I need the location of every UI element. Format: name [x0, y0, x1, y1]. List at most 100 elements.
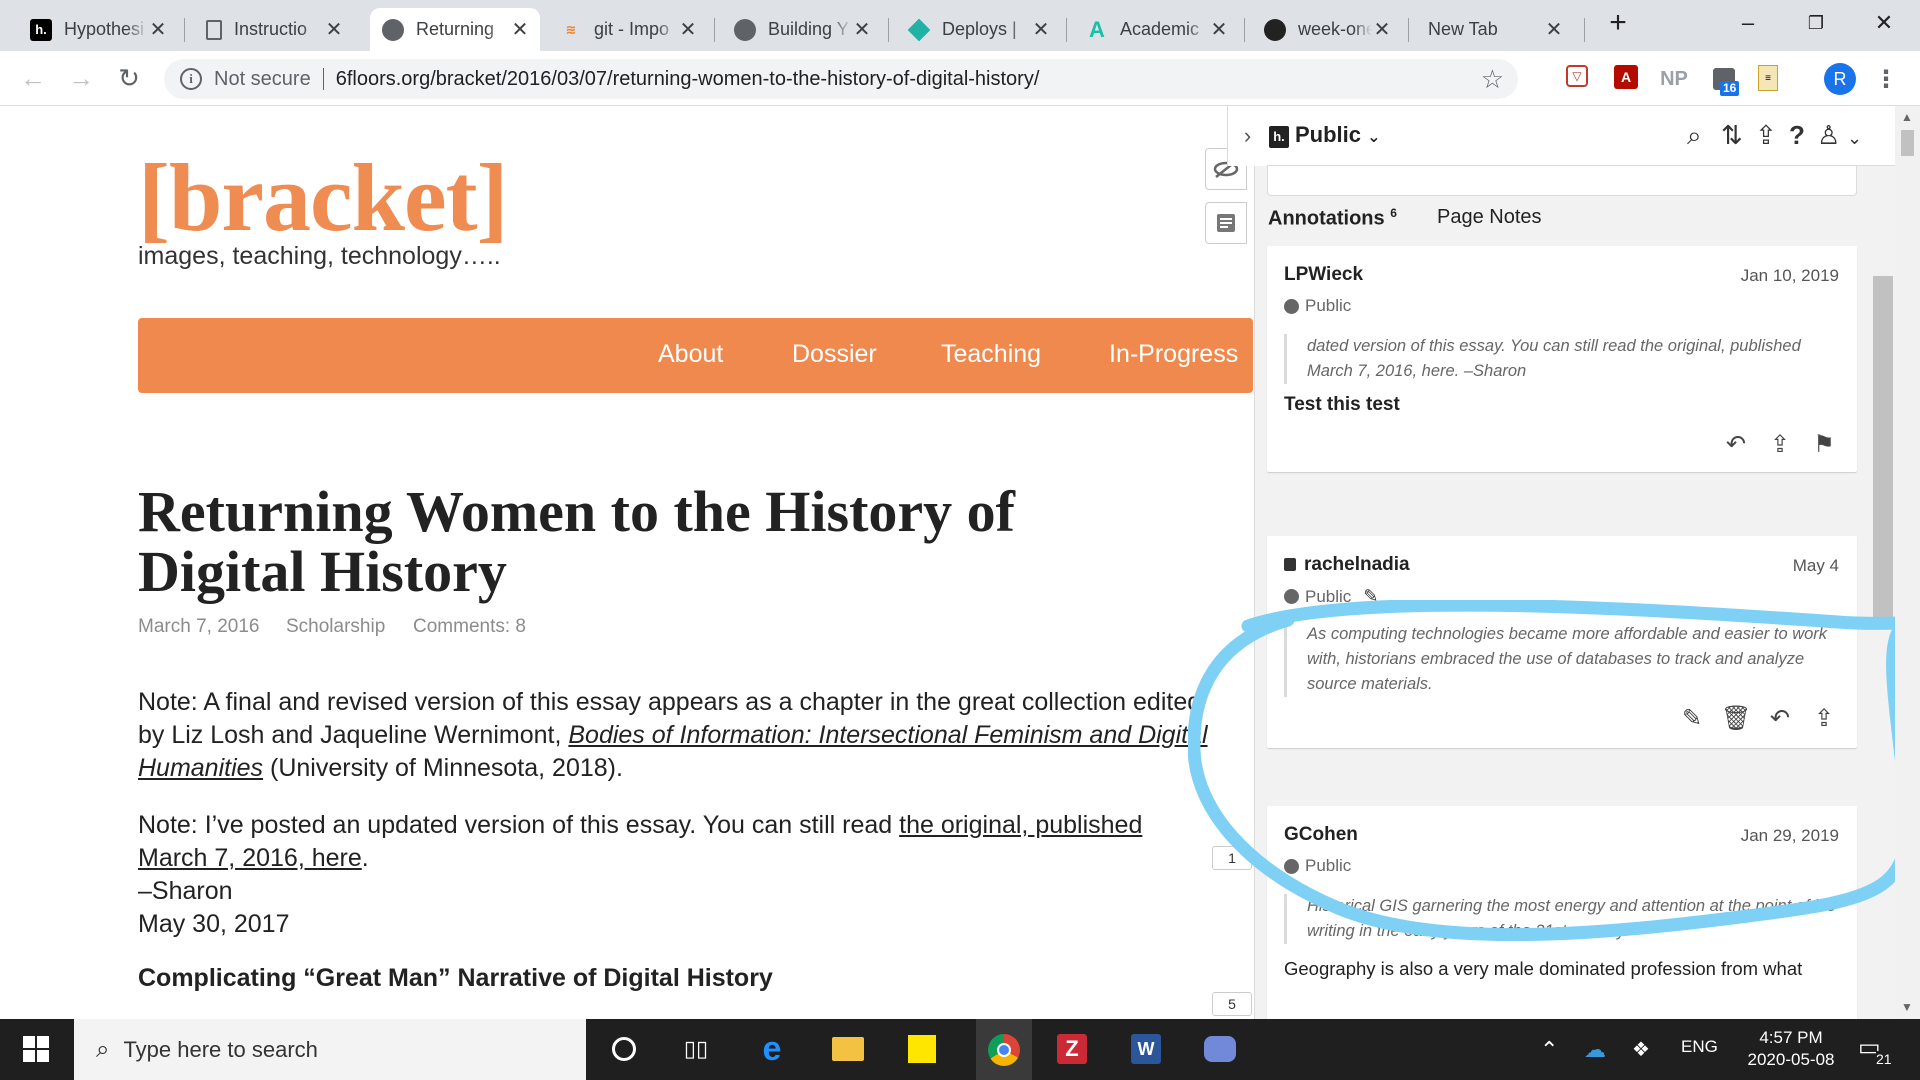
close-icon[interactable]: ✕ — [1544, 17, 1564, 42]
nav-in-progress[interactable]: In-Progress — [1109, 340, 1238, 369]
np-extension-icon[interactable]: NP — [1660, 65, 1688, 93]
sort-icon[interactable]: ⇅ — [1721, 120, 1743, 151]
forward-button[interactable]: → — [62, 59, 100, 97]
menu-kebab-icon[interactable]: ⋮ — [1872, 65, 1900, 93]
bookmark-star-icon[interactable]: ☆ — [1481, 64, 1504, 95]
notes-extension-icon[interactable]: ≡ — [1758, 65, 1778, 91]
discord-icon[interactable] — [1200, 1029, 1240, 1069]
post-comments[interactable]: Comments: 8 — [413, 616, 526, 638]
annotation-date[interactable]: Jan 29, 2019 — [1741, 826, 1839, 846]
reply-icon[interactable]: ↶ — [1721, 430, 1751, 460]
post-date[interactable]: March 7, 2016 — [138, 616, 259, 638]
tab-hypothesis[interactable]: h. Hypothesi ✕ — [18, 8, 178, 51]
nav-dossier[interactable]: Dossier — [792, 340, 877, 369]
collapse-sidebar-icon[interactable]: › — [1227, 106, 1267, 166]
close-icon[interactable]: ✕ — [510, 17, 530, 42]
info-icon[interactable]: i — [180, 68, 202, 90]
word-icon[interactable]: W — [1126, 1029, 1166, 1069]
reload-button[interactable]: ↻ — [110, 59, 148, 97]
tab-page-notes[interactable]: Page Notes — [1437, 206, 1542, 229]
windows-start-icon[interactable] — [16, 1029, 56, 1069]
scroll-thumb[interactable] — [1901, 130, 1914, 156]
annotation-date[interactable]: May 4 — [1793, 556, 1839, 576]
acrobat-extension-icon[interactable]: A — [1614, 65, 1638, 89]
close-icon[interactable]: ✕ — [148, 17, 168, 42]
new-tab-button[interactable]: + — [1598, 6, 1638, 40]
post-category[interactable]: Scholarship — [286, 616, 385, 638]
sticky-notes-icon[interactable] — [902, 1029, 942, 1069]
tab-deploys[interactable]: Deploys | ✕ — [896, 8, 1061, 51]
close-icon[interactable]: ✕ — [324, 17, 344, 42]
annotation-card-own[interactable]: rachelnadia May 4 Public ✎ As computing t… — [1267, 536, 1857, 748]
system-clock[interactable]: 4:57 PM 2020-05-08 — [1736, 1027, 1846, 1071]
close-icon[interactable]: ✕ — [678, 17, 698, 42]
file-explorer-icon[interactable] — [828, 1029, 868, 1069]
user-account-icon[interactable]: ♙ — [1817, 120, 1840, 151]
share-icon[interactable]: ⇪ — [1809, 704, 1839, 734]
tab-new-tab[interactable]: New Tab ✕ — [1414, 8, 1574, 51]
tab-returning-active[interactable]: Returning ✕ — [370, 8, 540, 51]
site-logo[interactable]: [bracket] — [138, 142, 509, 253]
share-icon[interactable]: ⇪ — [1765, 430, 1795, 460]
zotero-extension-icon[interactable]: 16 — [1710, 65, 1740, 96]
tab-git-import[interactable]: ≋ git - Impo ✕ — [548, 8, 708, 51]
url-text[interactable]: 6floors.org/bracket/2016/03/07/returning… — [336, 68, 1040, 91]
annotation-user[interactable]: rachelnadia — [1284, 554, 1410, 576]
task-view-icon[interactable]: ▯▯ — [676, 1029, 716, 1069]
new-page-note-button[interactable] — [1205, 202, 1247, 244]
annotation-date[interactable]: Jan 10, 2019 — [1741, 266, 1839, 286]
close-icon[interactable]: ✕ — [1031, 17, 1051, 42]
annotation-quote[interactable]: dated version of this essay. You can sti… — [1284, 334, 1836, 384]
edge-icon[interactable]: e — [752, 1029, 792, 1069]
share-icon[interactable]: ⇪ — [1755, 120, 1777, 151]
minimize-button[interactable]: – — [1728, 6, 1768, 40]
address-bar[interactable]: i Not secure 6floors.org/bracket/2016/03… — [164, 59, 1518, 99]
annotation-card[interactable]: GCohen Jan 29, 2019 Public Historical GI… — [1267, 806, 1857, 1019]
profile-avatar[interactable]: R — [1824, 63, 1856, 95]
edit-icon[interactable]: ✎ — [1677, 704, 1707, 734]
tab-instructions[interactable]: Instructio ✕ — [194, 8, 354, 51]
language-indicator[interactable]: ENG — [1681, 1037, 1718, 1057]
annotation-user[interactable]: GCohen — [1284, 824, 1358, 846]
close-icon[interactable]: ✕ — [1209, 17, 1229, 42]
search-icon[interactable]: ⌕ — [1687, 120, 1702, 152]
tab-annotations[interactable]: Annotations 6 — [1268, 206, 1397, 231]
nav-about[interactable]: About — [658, 340, 723, 369]
scroll-down-icon[interactable]: ▼ — [1901, 1000, 1913, 1014]
pencil-icon[interactable]: ✎ — [1363, 586, 1378, 607]
flag-icon[interactable]: ⚑ — [1809, 430, 1839, 460]
dropbox-icon[interactable]: ❖ — [1632, 1037, 1650, 1062]
zotero-icon[interactable]: Z — [1052, 1029, 1092, 1069]
close-icon[interactable]: ✕ — [1372, 17, 1392, 42]
chrome-icon[interactable] — [976, 1019, 1032, 1080]
account-chevron-icon[interactable]: ⌄ — [1847, 128, 1862, 149]
sidebar-scrollbar[interactable] — [1873, 276, 1893, 626]
onedrive-icon[interactable]: ☁ — [1584, 1037, 1606, 1063]
scroll-up-icon[interactable]: ▲ — [1901, 110, 1913, 124]
close-window-button[interactable]: ✕ — [1864, 6, 1904, 40]
annotation-card[interactable]: LPWieck Jan 10, 2019 Public dated versio… — [1267, 246, 1857, 472]
show-hidden-icons-icon[interactable]: ⌃ — [1540, 1037, 1558, 1063]
pocket-extension-icon[interactable]: ▽ — [1566, 65, 1588, 87]
delete-icon[interactable]: 🗑 — [1721, 704, 1751, 734]
help-icon[interactable]: ? — [1789, 120, 1805, 151]
tab-academic[interactable]: A Academic ✕ — [1074, 8, 1239, 51]
taskbar-search-box[interactable]: ⌕ Type here to search — [74, 1019, 586, 1080]
group-selector[interactable]: Public ⌄ — [1295, 122, 1381, 148]
cortana-icon[interactable] — [604, 1029, 644, 1069]
back-button[interactable]: ← — [14, 59, 52, 97]
bucket-count-bottom[interactable]: 5 — [1212, 992, 1252, 1016]
annotation-user[interactable]: LPWieck — [1284, 264, 1363, 286]
page-scrollbar[interactable]: ▲ ▼ — [1895, 106, 1920, 1019]
annotation-quote[interactable]: Historical GIS garnering the most energy… — [1284, 894, 1836, 944]
bucket-count-top[interactable]: 1 — [1212, 846, 1252, 870]
restore-button[interactable]: ❐ — [1796, 6, 1836, 40]
tab-week-one[interactable]: week-one ✕ — [1252, 8, 1402, 51]
tab-title: Returning — [416, 19, 495, 39]
annotation-quote[interactable]: As computing technologies became more af… — [1284, 622, 1836, 697]
nav-teaching[interactable]: Teaching — [941, 340, 1041, 369]
close-icon[interactable]: ✕ — [852, 17, 872, 42]
tab-building[interactable]: Building Y ✕ — [722, 8, 882, 51]
reply-icon[interactable]: ↶ — [1765, 704, 1795, 734]
site-tagline: images, teaching, technology….. — [138, 242, 501, 270]
